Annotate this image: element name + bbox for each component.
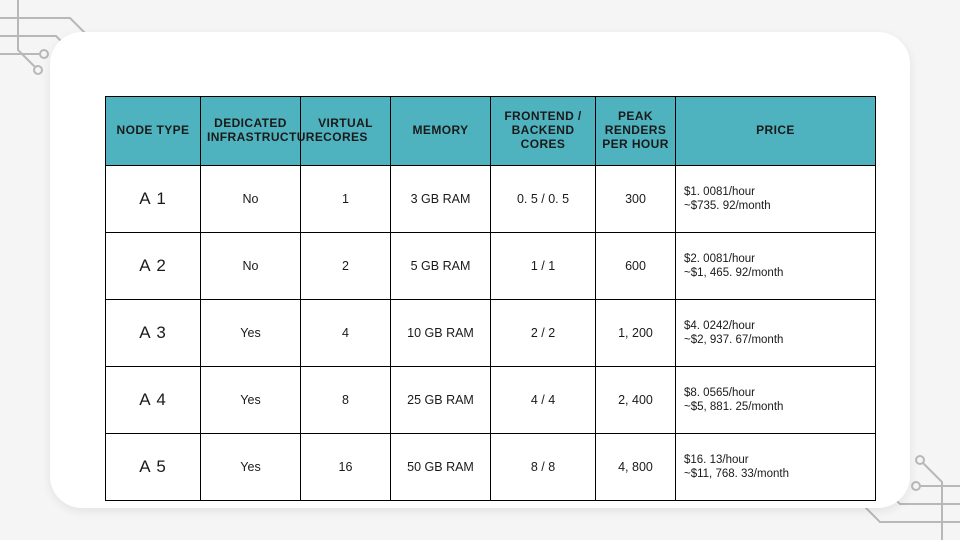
cell-peak: 2, 400 [596, 367, 676, 434]
cell-memory: 5 GB RAM [391, 233, 491, 300]
cell-dedicated: No [201, 166, 301, 233]
cell-vcores: 4 [301, 300, 391, 367]
table-row: A 2No25 GB RAM1 / 1600$2. 0081/hour~$1, … [106, 233, 876, 300]
cell-peak: 1, 200 [596, 300, 676, 367]
cell-memory: 25 GB RAM [391, 367, 491, 434]
cell-febe: 4 / 4 [491, 367, 596, 434]
cell-memory: 3 GB RAM [391, 166, 491, 233]
col-peak: PEAK RENDERS PER HOUR [596, 97, 676, 166]
cell-node-type: A 5 [106, 434, 201, 501]
cell-peak: 600 [596, 233, 676, 300]
cell-dedicated: Yes [201, 300, 301, 367]
table-row: A 4Yes825 GB RAM4 / 42, 400$8. 0565/hour… [106, 367, 876, 434]
pricing-table: NODE TYPE DEDICATED INFRASTRUCTURE VIRTU… [105, 96, 876, 501]
cell-price: $2. 0081/hour~$1, 465. 92/month [676, 233, 876, 300]
cell-node-type: A 2 [106, 233, 201, 300]
cell-node-type: A 3 [106, 300, 201, 367]
table-row: A 3Yes410 GB RAM2 / 21, 200$4. 0242/hour… [106, 300, 876, 367]
col-node-type: NODE TYPE [106, 97, 201, 166]
cell-vcores: 8 [301, 367, 391, 434]
col-memory: MEMORY [391, 97, 491, 166]
cell-price: $16. 13/hour~$11, 768. 33/month [676, 434, 876, 501]
cell-price: $8. 0565/hour~$5, 881. 25/month [676, 367, 876, 434]
cell-peak: 300 [596, 166, 676, 233]
table-row: A 1No13 GB RAM0. 5 / 0. 5300$1. 0081/hou… [106, 166, 876, 233]
col-febe: FRONTEND / BACKEND CORES [491, 97, 596, 166]
cell-vcores: 16 [301, 434, 391, 501]
cell-peak: 4, 800 [596, 434, 676, 501]
col-dedicated: DEDICATED INFRASTRUCTURE [201, 97, 301, 166]
cell-vcores: 1 [301, 166, 391, 233]
cell-node-type: A 1 [106, 166, 201, 233]
cell-febe: 1 / 1 [491, 233, 596, 300]
col-price: PRICE [676, 97, 876, 166]
cell-febe: 8 / 8 [491, 434, 596, 501]
cell-dedicated: No [201, 233, 301, 300]
table-header-row: NODE TYPE DEDICATED INFRASTRUCTURE VIRTU… [106, 97, 876, 166]
cell-price: $1. 0081/hour~$735. 92/month [676, 166, 876, 233]
cell-memory: 10 GB RAM [391, 300, 491, 367]
cell-febe: 0. 5 / 0. 5 [491, 166, 596, 233]
cell-dedicated: Yes [201, 367, 301, 434]
cell-febe: 2 / 2 [491, 300, 596, 367]
cell-memory: 50 GB RAM [391, 434, 491, 501]
cell-dedicated: Yes [201, 434, 301, 501]
table-body: A 1No13 GB RAM0. 5 / 0. 5300$1. 0081/hou… [106, 166, 876, 501]
cell-price: $4. 0242/hour~$2, 937. 67/month [676, 300, 876, 367]
cell-vcores: 2 [301, 233, 391, 300]
cell-node-type: A 4 [106, 367, 201, 434]
table-row: A 5Yes1650 GB RAM8 / 84, 800$16. 13/hour… [106, 434, 876, 501]
